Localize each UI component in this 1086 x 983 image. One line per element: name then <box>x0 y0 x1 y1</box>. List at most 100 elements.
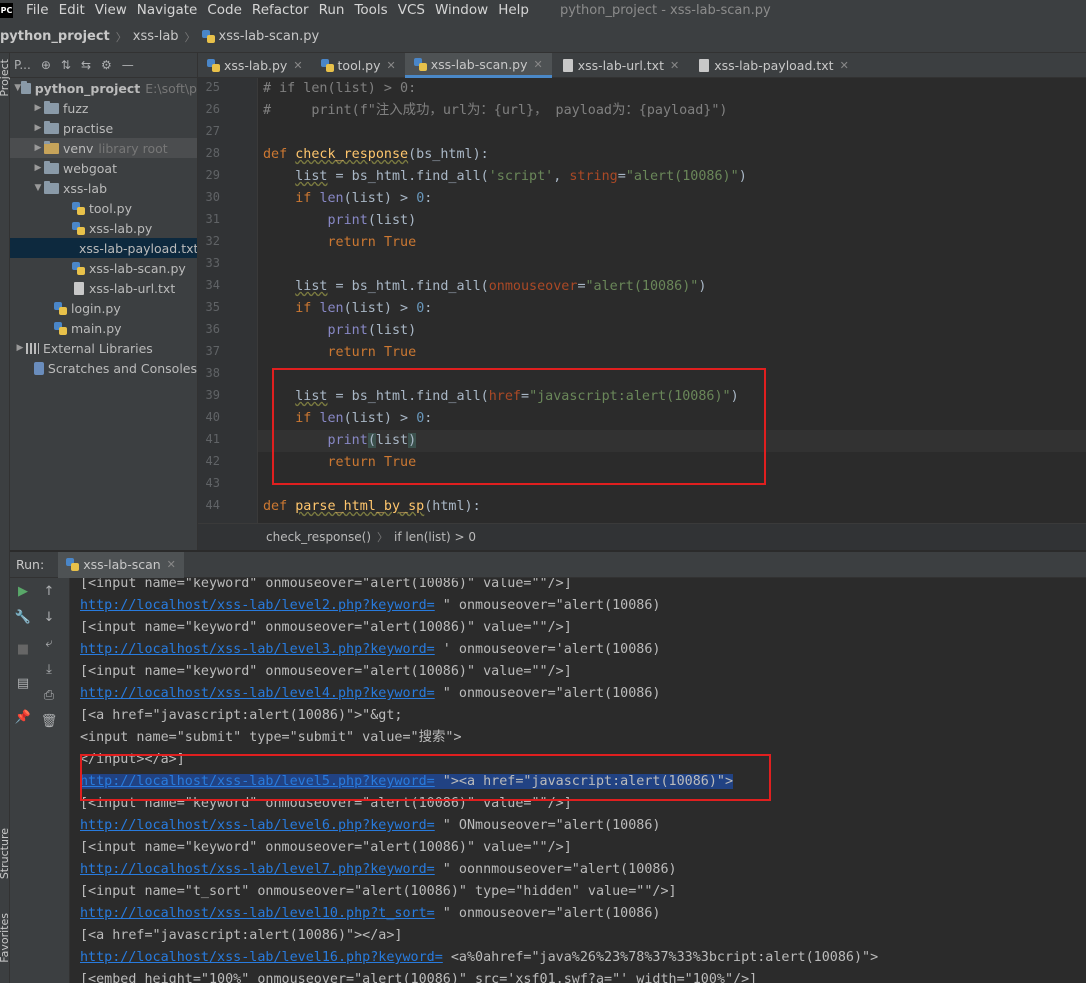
tab-tool-py[interactable]: tool.py ✕ <box>312 53 405 78</box>
expand-all-icon[interactable]: ⇅ <box>61 58 71 72</box>
breadcrumb-folder[interactable]: xss-lab <box>133 29 179 44</box>
run-tab[interactable]: xss-lab-scan ✕ <box>58 551 184 578</box>
variable: list <box>295 279 328 294</box>
tree-item-external-libraries[interactable]: ▶ External Libraries <box>10 338 197 358</box>
console-link[interactable]: http://localhost/xss-lab/level3.php?keyw… <box>80 642 435 657</box>
locate-icon[interactable]: ⊕ <box>41 58 51 72</box>
menu-window[interactable]: Window <box>430 0 493 21</box>
console-link[interactable]: http://localhost/xss-lab/level6.php?keyw… <box>80 818 435 833</box>
line-number: 32 <box>205 234 220 248</box>
tab-xss-lab-scan-py[interactable]: xss-lab-scan.py ✕ <box>404 53 552 78</box>
tab-xss-lab-py[interactable]: xss-lab.py ✕ <box>198 53 312 78</box>
wrench-icon[interactable]: 🔧 <box>10 610 36 625</box>
breadcrumb-condition[interactable]: if len(list) > 0 <box>394 530 476 544</box>
close-icon[interactable]: ✕ <box>534 58 543 71</box>
layout-icon[interactable]: ▤ <box>10 676 36 691</box>
line-number: 43 <box>205 476 220 490</box>
menu-view[interactable]: View <box>90 0 132 21</box>
scroll-to-end-icon[interactable]: ⤓ <box>36 662 62 677</box>
text-file-icon <box>562 59 573 72</box>
gear-icon[interactable]: ⚙ <box>101 58 112 72</box>
builtin: len <box>319 191 344 206</box>
tab-label: tool.py <box>337 58 381 73</box>
menu-vcs[interactable]: VCS <box>393 0 430 21</box>
tree-item-xss-lab[interactable]: ▼ xss-lab <box>10 178 197 198</box>
folder-icon <box>21 80 31 94</box>
code-line-26: # print(f"注入成功，url为：{url}， payload为：{pay… <box>263 100 727 122</box>
tree-root[interactable]: ▼ python_project E:\soft\p <box>10 78 197 98</box>
menu-code[interactable]: Code <box>202 0 247 21</box>
menu-help[interactable]: Help <box>493 0 534 21</box>
tab-label: xss-lab-url.txt <box>577 58 664 73</box>
soft-wrap-icon[interactable]: ⤶ <box>36 636 62 651</box>
menu-file[interactable]: File <box>21 0 54 21</box>
tree-item-practise[interactable]: ▶ practise <box>10 118 197 138</box>
console-line: [<embed height="100%" onmouseover="alert… <box>80 969 757 983</box>
menu-run[interactable]: Run <box>314 0 350 21</box>
print-icon[interactable]: ⎙ <box>36 688 62 703</box>
builtin: print <box>327 323 368 338</box>
function-name: parse_html_by_sp <box>295 499 425 514</box>
library-icon <box>26 342 39 354</box>
tree-item-fuzz[interactable]: ▶ fuzz <box>10 98 197 118</box>
console-link[interactable]: http://localhost/xss-lab/level2.php?keyw… <box>80 598 435 613</box>
tree-item-xss-lab-py[interactable]: xss-lab.py <box>10 218 197 238</box>
folder-icon <box>44 140 59 154</box>
tab-xss-lab-payload-txt[interactable]: xss-lab-payload.txt ✕ <box>688 53 858 78</box>
console-link[interactable]: http://localhost/xss-lab/level4.php?keyw… <box>80 686 435 701</box>
tree-item-webgoat[interactable]: ▶ webgoat <box>10 158 197 178</box>
breadcrumb-project[interactable]: python_project <box>0 29 110 44</box>
chevron-right-icon: 〉 <box>184 30 196 44</box>
console-line: http://localhost/xss-lab/level4.php?keyw… <box>80 683 660 705</box>
menu-tools[interactable]: Tools <box>349 0 392 21</box>
console-text: [<input name="keyword" onmouseover="aler… <box>80 840 572 855</box>
console-link[interactable]: http://localhost/xss-lab/level16.php?key… <box>80 950 443 965</box>
text-file-icon <box>699 59 710 72</box>
console-text: [<input name="keyword" onmouseover="aler… <box>80 578 572 591</box>
collapse-all-icon[interactable]: ⇆ <box>81 58 91 72</box>
library-root-note: library root <box>98 140 168 156</box>
close-icon[interactable]: ✕ <box>387 59 396 72</box>
code: (list) <box>367 323 417 338</box>
run-header: Run: xss-lab-scan ✕ <box>10 551 1086 578</box>
line-number: 29 <box>205 168 220 182</box>
keyword: def <box>263 147 288 162</box>
console-line: [<input name="t_sort" onmouseover="alert… <box>80 881 677 903</box>
console-text: " oonnmouseover="alert(10086) <box>434 862 677 877</box>
tree-item-xss-lab-scan-py[interactable]: xss-lab-scan.py <box>10 258 197 278</box>
tree-item-scratches[interactable]: Scratches and Consoles <box>10 358 197 378</box>
trash-icon[interactable]: 🗑 <box>36 714 62 729</box>
scroll-up-icon[interactable]: ↑ <box>36 584 62 599</box>
tree-item-login-py[interactable]: login.py <box>10 298 197 318</box>
menu-refactor[interactable]: Refactor <box>247 0 314 21</box>
breadcrumb-file[interactable]: xss-lab-scan.py <box>219 29 320 44</box>
tree-item-venv[interactable]: ▶ venv library root <box>10 138 197 158</box>
breadcrumb-function[interactable]: check_response() <box>266 530 371 544</box>
line-number: 30 <box>205 190 220 204</box>
close-icon[interactable]: ✕ <box>670 59 679 72</box>
project-view-dropdown[interactable]: P... <box>14 58 31 72</box>
console-link[interactable]: http://localhost/xss-lab/level10.php?t_s… <box>80 906 435 921</box>
code: = <box>617 169 626 184</box>
tree-item-tool-py[interactable]: tool.py <box>10 198 197 218</box>
pin-icon[interactable]: 📌 <box>10 710 36 725</box>
hide-icon[interactable]: — <box>122 58 134 72</box>
close-icon[interactable]: ✕ <box>293 59 302 72</box>
tree-item-xss-lab-payload-txt[interactable]: xss-lab-payload.txt <box>10 238 197 258</box>
python-file-icon <box>201 30 215 43</box>
code-line-35: if len(list) > 0: <box>263 298 432 320</box>
scroll-down-icon[interactable]: ↓ <box>36 610 62 625</box>
tree-item-xss-lab-url-txt[interactable]: xss-lab-url.txt <box>10 278 197 298</box>
console-link[interactable]: http://localhost/xss-lab/level7.php?keyw… <box>80 862 435 877</box>
close-icon[interactable]: ✕ <box>840 59 849 72</box>
tree-item-main-py[interactable]: main.py <box>10 318 197 338</box>
tab-xss-lab-url-txt[interactable]: xss-lab-url.txt ✕ <box>552 53 688 78</box>
close-icon[interactable]: ✕ <box>167 558 176 571</box>
menu-edit[interactable]: Edit <box>54 0 90 21</box>
root-name: python_project <box>34 80 141 96</box>
stop-icon[interactable]: ■ <box>10 642 36 657</box>
run-icon[interactable]: ▶ <box>10 584 36 599</box>
console-text: [<input name="keyword" onmouseover="aler… <box>80 620 572 635</box>
code-line-31: print(list) <box>263 210 417 232</box>
menu-navigate[interactable]: Navigate <box>132 0 203 21</box>
